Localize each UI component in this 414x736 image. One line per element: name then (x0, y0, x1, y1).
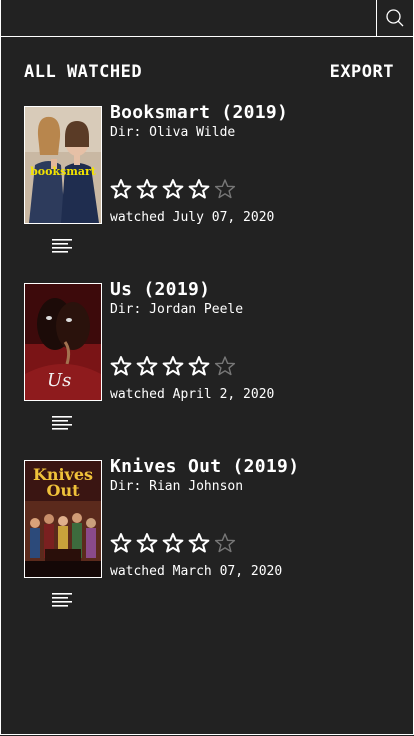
movie-director: Dir: Oliva Wilde (110, 125, 236, 140)
notes-icon[interactable] (52, 592, 74, 608)
star-icon[interactable] (110, 178, 132, 200)
star-icon[interactable] (188, 532, 210, 554)
search-input[interactable] (1, 0, 375, 36)
top-bar (0, 0, 414, 37)
poster-title-text: Knives Out (32, 465, 94, 500)
poster-title-text: Us (47, 370, 72, 391)
star-icon[interactable] (136, 178, 158, 200)
page-title: ALL WATCHED (24, 62, 143, 82)
search-button[interactable] (376, 0, 413, 36)
movie-title: Booksmart (2019) (110, 102, 289, 123)
watched-date: watched April 2, 2020 (110, 387, 275, 402)
star-empty-icon[interactable] (214, 355, 236, 377)
star-icon[interactable] (188, 355, 210, 377)
poster-title-text: booksmart (30, 165, 96, 178)
movie-poster[interactable]: Knives Out (24, 460, 102, 578)
watched-date: watched July 07, 2020 (110, 210, 275, 225)
notes-icon[interactable] (52, 415, 74, 431)
star-icon[interactable] (110, 532, 132, 554)
movie-entry: booksmart Booksmart (2019) Dir: Oliva Wi… (24, 102, 394, 266)
movie-entry: Us Us (2019) Dir: Jordan Peele watched A… (24, 279, 394, 443)
watched-date: watched March 07, 2020 (110, 564, 283, 579)
star-empty-icon[interactable] (214, 178, 236, 200)
notes-icon[interactable] (52, 238, 74, 254)
star-icon[interactable] (136, 355, 158, 377)
star-empty-icon[interactable] (214, 532, 236, 554)
star-rating (110, 355, 236, 377)
export-button[interactable]: EXPORT (330, 62, 394, 82)
search-icon (386, 9, 404, 27)
movie-title: Knives Out (2019) (110, 456, 300, 477)
list-header: ALL WATCHED EXPORT (24, 60, 394, 84)
movie-entry: Knives Out Knives Out (2019) Dir: Rian J… (24, 456, 394, 620)
star-rating (110, 178, 236, 200)
movie-title: Us (2019) (110, 279, 211, 300)
movie-director: Dir: Jordan Peele (110, 302, 244, 317)
star-icon[interactable] (136, 532, 158, 554)
star-icon[interactable] (162, 178, 184, 200)
movie-poster[interactable]: booksmart (24, 106, 102, 224)
star-rating (110, 532, 236, 554)
movie-director: Dir: Rian Johnson (110, 479, 244, 494)
star-icon[interactable] (162, 355, 184, 377)
star-icon[interactable] (188, 178, 210, 200)
movie-poster[interactable]: Us (24, 283, 102, 401)
star-icon[interactable] (162, 532, 184, 554)
star-icon[interactable] (110, 355, 132, 377)
